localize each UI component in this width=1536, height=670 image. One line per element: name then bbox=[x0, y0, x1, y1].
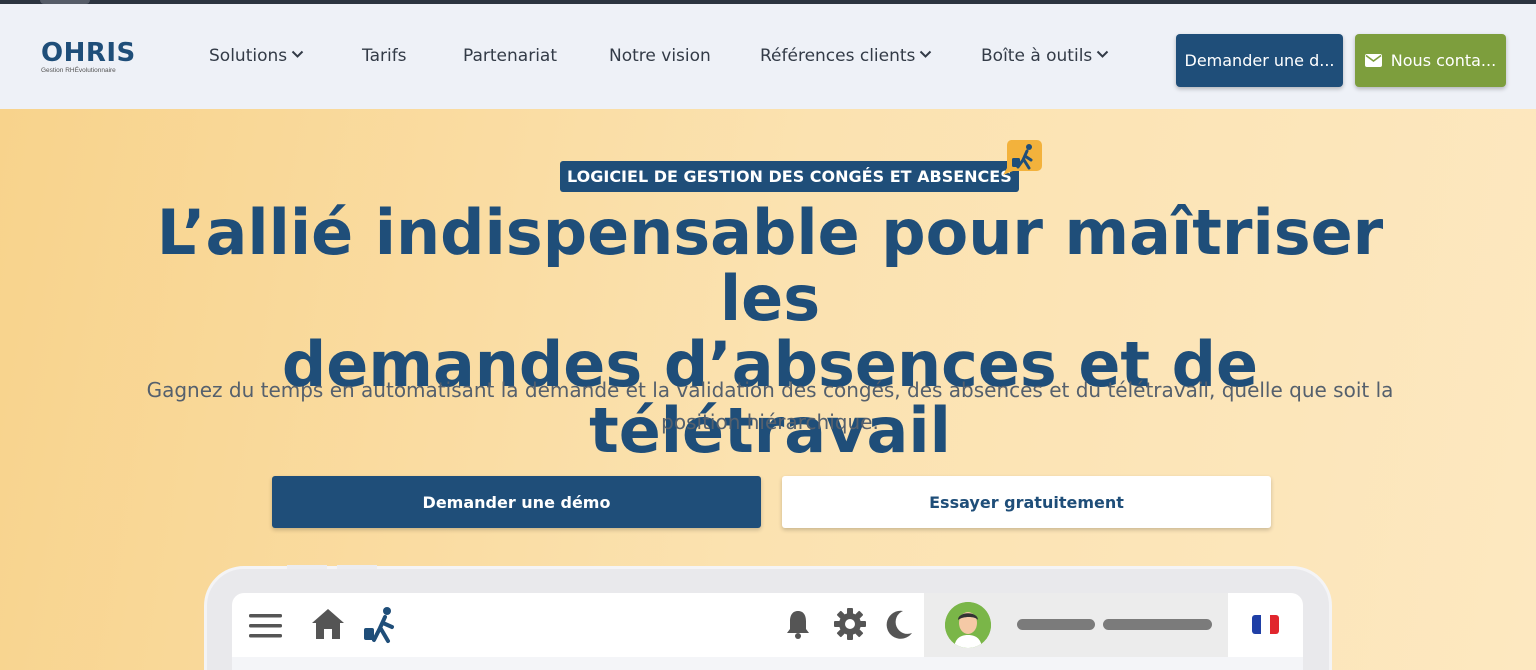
header-contact-button[interactable]: Nous conta... bbox=[1355, 34, 1506, 87]
nav-item-partenariat[interactable]: Partenariat bbox=[463, 44, 557, 68]
logo-tagline: Gestion RHÉvolutionnaire bbox=[41, 67, 116, 74]
nav-item-label: Partenariat bbox=[463, 46, 558, 66]
chevron-down-icon bbox=[1097, 50, 1109, 58]
envelope-icon bbox=[1364, 54, 1382, 67]
nav-item-label: Références clients bbox=[760, 46, 916, 66]
hero-badge: LOGICIEL DE GESTION DES CONGÉS ET ABSENC… bbox=[560, 161, 1019, 192]
nav-item-label: Solutions bbox=[209, 46, 288, 66]
chevron-down-icon bbox=[291, 50, 304, 58]
menu-icon bbox=[249, 614, 282, 638]
flag-stripe-white bbox=[1261, 615, 1270, 634]
flag-stripe-blue bbox=[1252, 615, 1261, 634]
request-demo-label: Demander une démo bbox=[422, 492, 611, 512]
gear-icon bbox=[834, 608, 866, 640]
site-header: OHRIS Gestion RHÉvolutionnaire Solutions… bbox=[0, 4, 1536, 109]
header-demo-label: Demander une d... bbox=[1184, 51, 1335, 70]
logo-wordmark: OHRIS bbox=[41, 38, 136, 68]
nav-item-tarifs[interactable]: Tarifs bbox=[362, 44, 407, 68]
app-preview-content bbox=[232, 657, 1303, 670]
request-demo-button[interactable]: Demander une démo bbox=[272, 476, 761, 528]
chevron-down-icon bbox=[920, 50, 932, 58]
nav-item-notre-vision[interactable]: Notre vision bbox=[609, 44, 711, 68]
hero-title-line1: L’allié indispensable pour maîtriser les bbox=[156, 196, 1384, 335]
user-role-placeholder bbox=[1103, 619, 1212, 630]
traveler-icon bbox=[364, 607, 394, 643]
traveler-icon bbox=[1003, 140, 1042, 175]
language-flag-fr[interactable] bbox=[1252, 615, 1279, 634]
header-demo-button[interactable]: Demander une d... bbox=[1176, 34, 1343, 87]
avatar[interactable] bbox=[945, 602, 991, 648]
header-contact-label: Nous conta... bbox=[1390, 51, 1497, 70]
user-name-placeholder bbox=[1017, 619, 1095, 630]
free-trial-button[interactable]: Essayer gratuitement bbox=[782, 476, 1271, 528]
nav-item-references-clients[interactable]: Références clients bbox=[760, 44, 932, 68]
device-edge-detail bbox=[287, 565, 327, 569]
moon-icon bbox=[886, 610, 912, 639]
hero-subtitle: Gagnez du temps en automatisant la deman… bbox=[146, 378, 1394, 434]
nav-item-label: Boîte à outils bbox=[981, 46, 1093, 66]
flag-stripe-red bbox=[1270, 615, 1279, 634]
bell-icon bbox=[787, 611, 809, 639]
avatar-face-icon bbox=[945, 602, 991, 648]
nav-item-label: Tarifs bbox=[362, 46, 407, 66]
device-edge-detail bbox=[337, 565, 377, 569]
nav-item-boite-a-outils[interactable]: Boîte à outils bbox=[981, 44, 1109, 68]
nav-item-solutions[interactable]: Solutions bbox=[209, 44, 304, 68]
free-trial-label: Essayer gratuitement bbox=[929, 492, 1124, 512]
home-icon bbox=[312, 609, 344, 639]
nav-item-label: Notre vision bbox=[609, 46, 711, 66]
ohris-logo[interactable]: OHRIS Gestion RHÉvolutionnaire bbox=[41, 40, 141, 80]
